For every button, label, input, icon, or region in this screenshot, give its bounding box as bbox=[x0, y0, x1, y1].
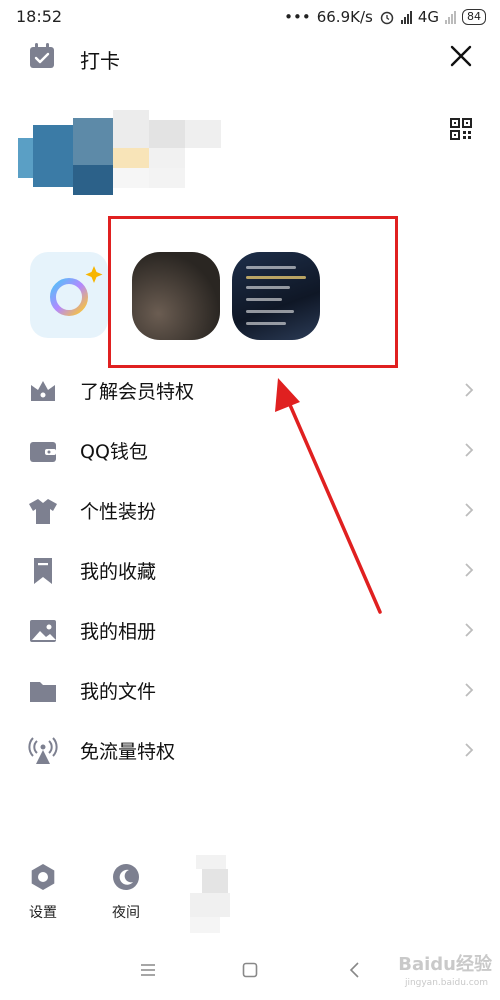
menu-item-vip-privileges[interactable]: 了解会员特权 bbox=[0, 360, 500, 420]
thumb-text-line bbox=[246, 266, 296, 269]
menu-icon[interactable] bbox=[138, 960, 158, 980]
alarm-icon bbox=[380, 11, 394, 25]
chevron-right-icon bbox=[465, 503, 474, 517]
watermark-brand: Baidu经验 bbox=[398, 954, 492, 975]
menu-item-label: 我的相册 bbox=[80, 621, 157, 643]
photo-thumbnail[interactable] bbox=[232, 252, 320, 340]
menu-item-favorites[interactable]: 我的收藏 bbox=[0, 540, 500, 600]
menu-item-personalize[interactable]: 个性装扮 bbox=[0, 480, 500, 540]
menu-item-label: 免流量特权 bbox=[80, 741, 176, 763]
signal-icon bbox=[400, 10, 412, 24]
back-icon[interactable] bbox=[345, 960, 365, 980]
status-dots: ••• bbox=[284, 8, 311, 26]
antenna-icon bbox=[28, 737, 58, 764]
moon-icon bbox=[113, 864, 139, 890]
battery-icon: 84 bbox=[462, 9, 486, 25]
status-bar: 18:52 ••• 66.9K/s 4G 84 bbox=[0, 0, 500, 34]
menu-item-label: QQ钱包 bbox=[80, 441, 148, 463]
photo-thumbnail[interactable] bbox=[132, 252, 220, 340]
chevron-right-icon bbox=[465, 443, 474, 457]
thumb-text-line bbox=[246, 310, 294, 313]
chevron-right-icon bbox=[465, 743, 474, 757]
menu-item-label: 个性装扮 bbox=[80, 501, 157, 523]
night-mode-label: 夜间 bbox=[112, 905, 140, 921]
shirt-icon bbox=[29, 499, 57, 524]
menu-item-free-data[interactable]: 免流量特权 bbox=[0, 720, 500, 780]
watermark-url: jingyan.baidu.com bbox=[404, 978, 488, 988]
home-icon[interactable] bbox=[240, 960, 260, 980]
menu-item-wallet[interactable]: QQ钱包 bbox=[0, 420, 500, 480]
settings-label: 设置 bbox=[29, 905, 57, 921]
chevron-right-icon bbox=[465, 563, 474, 577]
menu-item-label: 我的文件 bbox=[80, 681, 157, 703]
chevron-right-icon bbox=[465, 683, 474, 697]
chevron-right-icon bbox=[465, 623, 474, 637]
color-ring-icon bbox=[50, 266, 103, 316]
calendar-check-icon[interactable] bbox=[28, 42, 56, 70]
settings-button[interactable]: 设置 bbox=[13, 862, 73, 922]
menu-item-label: 了解会员特权 bbox=[80, 381, 195, 403]
network-speed: 66.9K/s bbox=[316, 8, 373, 26]
thumb-text-line bbox=[246, 298, 282, 301]
image-icon bbox=[30, 620, 56, 642]
status-time: 18:52 bbox=[16, 7, 63, 26]
chevron-right-icon bbox=[465, 383, 474, 397]
wallet-icon bbox=[30, 442, 56, 462]
profile-pixelated[interactable] bbox=[18, 110, 228, 205]
app-tile[interactable] bbox=[30, 252, 108, 338]
thumb-text-line bbox=[246, 276, 306, 279]
checkin-label[interactable]: 打卡 bbox=[80, 45, 120, 74]
settings-icon bbox=[31, 864, 55, 890]
close-icon[interactable] bbox=[448, 43, 474, 69]
crown-icon bbox=[31, 381, 55, 401]
menu-item-files[interactable]: 我的文件 bbox=[0, 660, 500, 720]
network-type: 4G bbox=[417, 8, 439, 26]
night-mode-button[interactable]: 夜间 bbox=[96, 862, 156, 922]
header: 打卡 bbox=[0, 38, 500, 78]
qr-code-icon[interactable] bbox=[450, 118, 472, 140]
thumb-text-line bbox=[246, 322, 286, 325]
folder-icon bbox=[30, 682, 56, 702]
weather-pixelated[interactable] bbox=[186, 855, 238, 935]
status-indicators: ••• 66.9K/s 4G 84 bbox=[284, 7, 486, 27]
menu-item-album[interactable]: 我的相册 bbox=[0, 600, 500, 660]
drawer-menu: 了解会员特权 QQ钱包 个性装扮 我的收藏 我的相册 我的文件 免流量特权 bbox=[0, 360, 500, 780]
signal-icon-secondary bbox=[445, 10, 456, 24]
thumb-text-line bbox=[246, 286, 290, 289]
menu-item-label: 我的收藏 bbox=[80, 561, 157, 583]
bookmark-icon bbox=[34, 558, 52, 584]
